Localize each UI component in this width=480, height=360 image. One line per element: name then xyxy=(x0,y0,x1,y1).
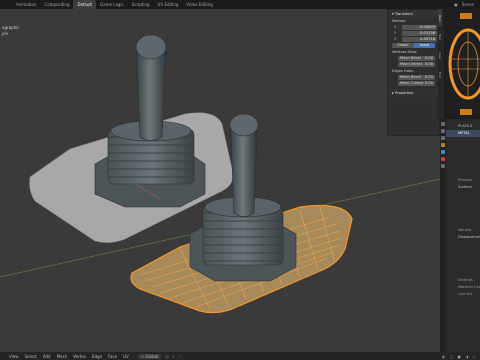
coord-y-axis: Y xyxy=(394,31,397,35)
transform-orientation-value: Global xyxy=(145,353,159,359)
menu-vertex[interactable]: Vertex xyxy=(70,354,89,359)
sidebar-tab-edit[interactable]: Edit xyxy=(438,66,442,85)
sidebar-tab-view[interactable]: View xyxy=(438,47,442,66)
data-tab-icon[interactable] xyxy=(441,164,445,168)
shading-rendered-icon[interactable]: ○ xyxy=(473,354,477,359)
menu-select[interactable]: Select xyxy=(22,354,40,359)
tab-compositing[interactable]: Compositing xyxy=(40,0,73,9)
mean-vertex-label: Mean Vertex xyxy=(400,62,423,66)
proportional-edit-icon[interactable]: ◌ xyxy=(179,354,183,359)
material-line-section[interactable]: Material Line xyxy=(446,284,480,291)
transform-title: Transform xyxy=(394,12,413,16)
modifier-tab-icon[interactable] xyxy=(441,150,445,154)
vertices-data-label: Vertices Data: xyxy=(392,50,418,54)
pivot-icon[interactable]: ◎ xyxy=(165,354,169,359)
overlay-icon[interactable]: ◐ xyxy=(442,354,446,359)
workspace-tab-bar: Animation Compositing Default Game Logic… xyxy=(0,0,480,9)
mean-crease-value: 0.00 xyxy=(424,81,433,85)
mean-vertex-value: 0.00 xyxy=(424,62,433,66)
mean-bevel-edge-label: Mean Bevel xyxy=(400,75,421,79)
displacement-section[interactable]: Displacement xyxy=(446,234,480,241)
sidebar-tab-item[interactable]: Item xyxy=(438,9,442,28)
chevron-down-icon: ▾ xyxy=(392,12,394,16)
output-tab-icon[interactable] xyxy=(441,136,445,140)
menu-uv[interactable]: UV xyxy=(120,354,132,359)
coord-z-field[interactable]: 0.49716 xyxy=(402,36,437,42)
preview-section[interactable]: Preview xyxy=(446,177,480,184)
menu-view[interactable]: View xyxy=(6,354,22,359)
menu-edge[interactable]: Edge xyxy=(89,354,105,359)
transform-orientation-dropdown[interactable]: ⊹ Global xyxy=(137,353,162,359)
right-lever-tip xyxy=(229,113,259,137)
menu-add[interactable]: Add xyxy=(40,354,54,359)
settings-section[interactable]: Settings xyxy=(446,277,480,284)
surface-section[interactable]: Surface xyxy=(446,184,480,191)
object-name: PLATE.0 xyxy=(458,124,473,128)
properties-subpanel-header[interactable]: ▸ Properties xyxy=(388,89,439,97)
tool-tab-icon[interactable] xyxy=(441,122,445,126)
coord-z-axis: Z xyxy=(394,37,397,41)
orientation-icon: ⊹ xyxy=(140,353,145,359)
line-art-section[interactable]: Line Art xyxy=(446,291,480,298)
uv-editor-panel[interactable] xyxy=(446,9,480,119)
menu-mesh[interactable]: Mesh xyxy=(54,354,71,359)
shading-solid-icon[interactable]: ● xyxy=(458,354,462,359)
volume-section[interactable]: Volume xyxy=(446,227,480,234)
material-slot-row[interactable]: METAL xyxy=(446,130,480,137)
mean-crease-label: Mean Crease xyxy=(400,81,424,85)
viewport-mode-label: ographic xyxy=(2,25,20,30)
mean-bevel-vertex-label: Mean Bevel xyxy=(400,56,421,60)
mean-bevel-edge-field[interactable]: Mean Bevel 0.00 xyxy=(398,75,435,80)
tab-game-logic[interactable]: Game Logic xyxy=(96,0,128,9)
global-button[interactable]: Global xyxy=(392,43,414,48)
sidebar-tab-tool[interactable]: Tool xyxy=(438,28,442,47)
tab-uv-editing[interactable]: UV Editing xyxy=(154,0,183,9)
3d-viewport[interactable]: ographic ple xyxy=(0,9,440,352)
edges-data-label: Edges Data: xyxy=(392,69,414,73)
left-lever xyxy=(136,47,167,141)
mean-bevel-edge-value: 0.00 xyxy=(424,75,433,79)
tab-video-editing[interactable]: Video Editing xyxy=(182,0,216,9)
mean-crease-field[interactable]: Mean Crease 0.00 xyxy=(398,81,435,86)
tab-animation[interactable]: Animation xyxy=(12,0,40,9)
viewport-collection-label: ple xyxy=(2,31,9,36)
space-toggle: Global Local xyxy=(392,43,435,48)
coord-x-axis: X xyxy=(394,25,397,29)
render-tab-icon[interactable] xyxy=(441,129,445,133)
properties-subpanel-title: Properties xyxy=(394,91,414,95)
transform-header[interactable]: ▾ Transform xyxy=(388,10,439,18)
chevron-right-icon: ▸ xyxy=(392,91,394,95)
tab-default[interactable]: Default xyxy=(73,0,97,9)
uv-map-preview xyxy=(448,13,480,115)
coord-y-field[interactable]: -0.01236 xyxy=(402,30,437,36)
object-tab-icon[interactable] xyxy=(441,143,445,147)
material-name: METAL xyxy=(458,131,470,135)
material-tab-icon[interactable] xyxy=(441,157,445,161)
right-lever xyxy=(230,125,258,217)
sidebar-transform-panel: ▾ Transform Median: X -0.00000 Y -0.0123… xyxy=(387,9,440,136)
sidebar-tabs: Item Tool View Edit xyxy=(438,9,444,119)
properties-editor: PLATE.0 METAL Preview Surface Volume Dis… xyxy=(446,119,480,352)
scene-label: Scene xyxy=(461,2,474,7)
xray-icon[interactable]: ▢ xyxy=(450,354,454,359)
scene-icon: ▣ xyxy=(454,2,458,7)
scene-selector[interactable]: ▣ Scene xyxy=(454,0,474,9)
tab-scripting[interactable]: Scripting xyxy=(128,0,154,9)
left-lever-tip xyxy=(135,34,167,60)
mean-bevel-vertex-value: 0.00 xyxy=(424,56,433,60)
local-button[interactable]: Local xyxy=(413,43,435,48)
mean-bevel-vertex-field[interactable]: Mean Bevel 0.00 xyxy=(398,56,435,61)
viewport-header-bar: View Select Add Mesh Vertex Edge Face UV… xyxy=(0,352,480,360)
object-name-row[interactable]: PLATE.0 xyxy=(446,123,480,130)
viewport-scene[interactable] xyxy=(0,9,440,352)
coord-z-row[interactable]: Z 0.49716 xyxy=(388,36,439,42)
menu-face[interactable]: Face xyxy=(105,354,120,359)
shading-material-icon[interactable]: ◑ xyxy=(465,354,469,359)
mean-vertex-field[interactable]: Mean Vertex 0.00 xyxy=(398,62,435,67)
coord-x-field[interactable]: -0.00000 xyxy=(402,24,437,30)
snap-icon[interactable]: ⌇ xyxy=(173,354,175,359)
